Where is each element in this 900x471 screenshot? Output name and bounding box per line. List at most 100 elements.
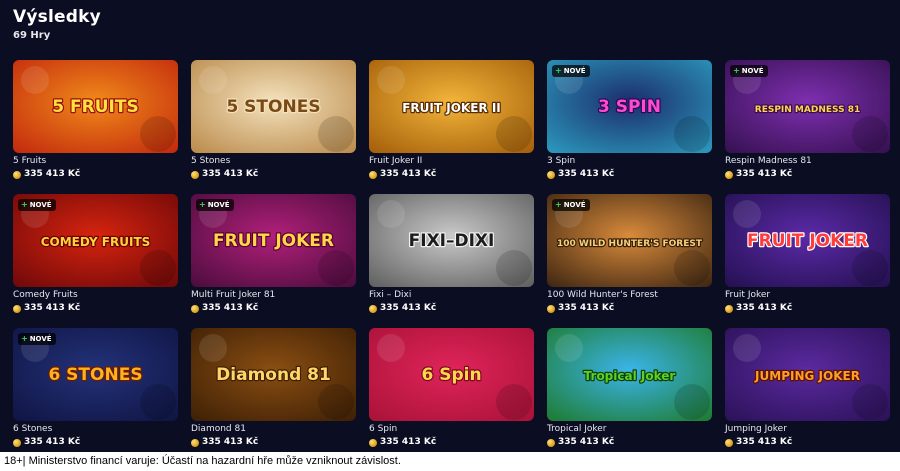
jackpot-value: 335 413 Kč bbox=[558, 169, 615, 179]
game-thumbnail[interactable]: 100 WILD HUNTER'S FOREST + NOVÉ bbox=[547, 194, 712, 287]
game-name[interactable]: Comedy Fruits bbox=[13, 290, 178, 301]
game-card[interactable]: 100 WILD HUNTER'S FOREST + NOVÉ 100 Wild Hu… bbox=[547, 194, 712, 314]
plus-icon: + bbox=[21, 334, 28, 343]
plus-icon: + bbox=[733, 66, 740, 75]
jackpot-amount: 335 413 Kč bbox=[13, 437, 178, 448]
game-artwork: FIXI–DIXI bbox=[369, 194, 534, 287]
game-card[interactable]: FRUIT JOKER + NOVÉ Multi Fruit Joker 81 335 … bbox=[191, 194, 356, 314]
coin-icon bbox=[369, 170, 377, 179]
jackpot-value: 335 413 Kč bbox=[24, 303, 81, 313]
jackpot-value: 335 413 Kč bbox=[558, 437, 615, 447]
game-thumbnail[interactable]: JUMPING JOKER bbox=[725, 328, 890, 421]
game-name[interactable]: Respin Madness 81 bbox=[725, 156, 890, 167]
new-badge-label: NOVÉ bbox=[29, 201, 52, 209]
page-title: Výsledky bbox=[13, 7, 101, 27]
jackpot-amount: 335 413 Kč bbox=[547, 303, 712, 314]
game-artwork: FRUIT JOKER bbox=[725, 194, 890, 287]
plus-icon: + bbox=[199, 200, 206, 209]
game-thumbnail[interactable]: FRUIT JOKER + NOVÉ bbox=[191, 194, 356, 287]
jackpot-amount: 335 413 Kč bbox=[369, 303, 534, 314]
game-card[interactable]: 6 Spin 6 Spin 335 413 Kč bbox=[369, 328, 534, 448]
game-artwork: JUMPING JOKER bbox=[725, 328, 890, 421]
game-card[interactable]: 6 STONES + NOVÉ 6 Stones 335 413 Kč bbox=[13, 328, 178, 448]
game-card[interactable]: 3 SPIN + NOVÉ 3 Spin 335 413 Kč bbox=[547, 60, 712, 180]
new-badge: + NOVÉ bbox=[730, 65, 768, 77]
new-badge: + NOVÉ bbox=[552, 199, 590, 211]
game-card[interactable]: FRUIT JOKER II Fruit Joker II 335 413 Kč bbox=[369, 60, 534, 180]
jackpot-amount: 335 413 Kč bbox=[725, 437, 890, 448]
game-thumbnail[interactable]: 5 FRUITS bbox=[13, 60, 178, 153]
new-badge-label: NOVÉ bbox=[563, 201, 586, 209]
new-badge-label: NOVÉ bbox=[29, 335, 52, 343]
game-thumbnail[interactable]: FRUIT JOKER bbox=[725, 194, 890, 287]
game-thumbnail[interactable]: 3 SPIN + NOVÉ bbox=[547, 60, 712, 153]
game-card[interactable]: RESPIN MADNESS 81 + NOVÉ Respin Madness 81 3… bbox=[725, 60, 890, 180]
game-grid: 5 FRUITS 5 Fruits 335 413 Kč 5 STONES 5 Ston… bbox=[13, 60, 890, 448]
game-name[interactable]: 6 Stones bbox=[13, 424, 178, 435]
game-name[interactable]: 3 Spin bbox=[547, 156, 712, 167]
game-name[interactable]: 5 Fruits bbox=[13, 156, 178, 167]
game-name[interactable]: Fixi – Dixi bbox=[369, 290, 534, 301]
game-artwork: Diamond 81 bbox=[191, 328, 356, 421]
coin-icon bbox=[191, 304, 199, 313]
jackpot-amount: 335 413 Kč bbox=[547, 437, 712, 448]
game-logo: 100 WILD HUNTER'S FOREST bbox=[557, 239, 703, 249]
results-header: Výsledky 69 Hry bbox=[13, 6, 101, 42]
game-logo: FRUIT JOKER bbox=[747, 231, 868, 251]
game-card[interactable]: Tropical Joker Tropical Joker 335 413 Kč bbox=[547, 328, 712, 448]
game-logo: 5 STONES bbox=[226, 97, 320, 117]
game-name[interactable]: Tropical Joker bbox=[547, 424, 712, 435]
game-thumbnail[interactable]: FRUIT JOKER II bbox=[369, 60, 534, 153]
game-card[interactable]: 5 STONES 5 Stones 335 413 Kč bbox=[191, 60, 356, 180]
game-thumbnail[interactable]: RESPIN MADNESS 81 + NOVÉ bbox=[725, 60, 890, 153]
game-thumbnail[interactable]: 6 Spin bbox=[369, 328, 534, 421]
jackpot-value: 335 413 Kč bbox=[380, 437, 437, 447]
game-name[interactable]: 5 Stones bbox=[191, 156, 356, 167]
game-name[interactable]: 100 Wild Hunter's Forest bbox=[547, 290, 712, 301]
game-name[interactable]: Diamond 81 bbox=[191, 424, 356, 435]
jackpot-value: 335 413 Kč bbox=[24, 169, 81, 179]
jackpot-value: 335 413 Kč bbox=[380, 303, 437, 313]
game-card[interactable]: FIXI–DIXI Fixi – Dixi 335 413 Kč bbox=[369, 194, 534, 314]
new-badge: + NOVÉ bbox=[196, 199, 234, 211]
jackpot-amount: 335 413 Kč bbox=[725, 169, 890, 180]
game-name[interactable]: Jumping Joker bbox=[725, 424, 890, 435]
jackpot-value: 335 413 Kč bbox=[24, 437, 81, 447]
jackpot-amount: 335 413 Kč bbox=[191, 169, 356, 180]
game-logo: Tropical Joker bbox=[584, 369, 676, 383]
jackpot-value: 335 413 Kč bbox=[736, 437, 793, 447]
game-artwork: 5 FRUITS bbox=[13, 60, 178, 153]
game-name[interactable]: Multi Fruit Joker 81 bbox=[191, 290, 356, 301]
game-card[interactable]: JUMPING JOKER Jumping Joker 335 413 Kč bbox=[725, 328, 890, 448]
new-badge: + NOVÉ bbox=[552, 65, 590, 77]
game-thumbnail[interactable]: Tropical Joker bbox=[547, 328, 712, 421]
game-logo: RESPIN MADNESS 81 bbox=[755, 105, 860, 115]
game-logo: COMEDY FRUITS bbox=[41, 235, 151, 249]
game-thumbnail[interactable]: COMEDY FRUITS + NOVÉ bbox=[13, 194, 178, 287]
game-thumbnail[interactable]: Diamond 81 bbox=[191, 328, 356, 421]
jackpot-amount: 335 413 Kč bbox=[191, 437, 356, 448]
game-card[interactable]: 5 FRUITS 5 Fruits 335 413 Kč bbox=[13, 60, 178, 180]
jackpot-amount: 335 413 Kč bbox=[13, 303, 178, 314]
coin-icon bbox=[191, 438, 199, 447]
game-artwork: 5 STONES bbox=[191, 60, 356, 153]
game-name[interactable]: 6 Spin bbox=[369, 424, 534, 435]
jackpot-amount: 335 413 Kč bbox=[369, 169, 534, 180]
game-name[interactable]: Fruit Joker bbox=[725, 290, 890, 301]
coin-icon bbox=[547, 170, 555, 179]
plus-icon: + bbox=[21, 200, 28, 209]
game-thumbnail[interactable]: FIXI–DIXI bbox=[369, 194, 534, 287]
game-thumbnail[interactable]: 6 STONES + NOVÉ bbox=[13, 328, 178, 421]
plus-icon: + bbox=[555, 66, 562, 75]
game-logo: 3 SPIN bbox=[598, 97, 661, 117]
game-card[interactable]: Diamond 81 Diamond 81 335 413 Kč bbox=[191, 328, 356, 448]
game-card[interactable]: COMEDY FRUITS + NOVÉ Comedy Fruits 335 413 K… bbox=[13, 194, 178, 314]
coin-icon bbox=[191, 170, 199, 179]
game-card[interactable]: FRUIT JOKER Fruit Joker 335 413 Kč bbox=[725, 194, 890, 314]
gambling-warning-footer: 18+| Ministerstvo financí varuje: Účastí… bbox=[0, 452, 900, 471]
game-thumbnail[interactable]: 5 STONES bbox=[191, 60, 356, 153]
game-artwork: FRUIT JOKER II bbox=[369, 60, 534, 153]
results-page: Výsledky 69 Hry 5 FRUITS 5 Fruits 335 413 … bbox=[0, 0, 900, 471]
coin-icon bbox=[13, 438, 21, 447]
game-name[interactable]: Fruit Joker II bbox=[369, 156, 534, 167]
